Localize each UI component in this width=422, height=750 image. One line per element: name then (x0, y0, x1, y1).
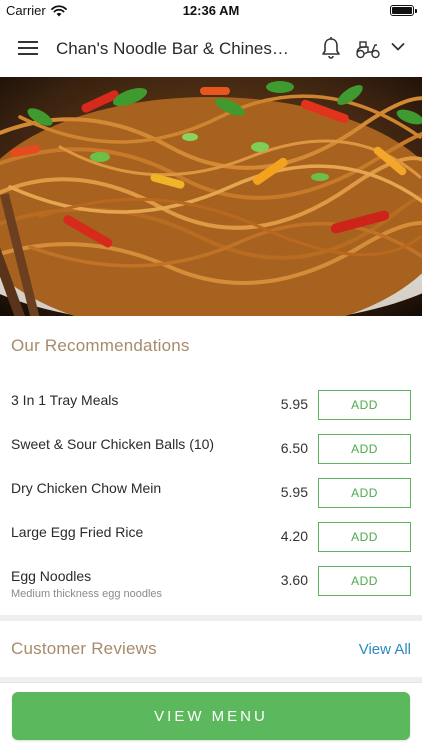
battery-icon (390, 5, 417, 16)
hero-image (0, 77, 422, 316)
add-button[interactable]: ADD (318, 390, 411, 420)
reviews-title: Customer Reviews (11, 639, 157, 658)
item-name: Dry Chicken Chow Mein (11, 480, 162, 496)
add-button[interactable]: ADD (318, 478, 411, 508)
item-price: 3.60 (280, 572, 308, 588)
noodles-photo (0, 77, 422, 316)
bell-icon[interactable] (320, 36, 342, 60)
add-button[interactable]: ADD (318, 522, 411, 552)
item-price: 4.20 (280, 528, 308, 544)
recommendations-header: Our Recommendations (0, 318, 422, 374)
menu-item: Egg Noodles Medium thickness egg noodles… (0, 566, 422, 610)
item-price: 5.95 (280, 396, 308, 412)
reviews-header: Customer Reviews View All (0, 621, 422, 677)
nav-bar: Chan's Noodle Bar & Chinese Takeaway (0, 22, 422, 77)
item-name: Large Egg Fried Rice (11, 524, 144, 540)
view-all-link[interactable]: View All (359, 641, 411, 658)
menu-item: Sweet & Sour Chicken Balls (10) 6.50 ADD (0, 434, 422, 478)
add-button[interactable]: ADD (318, 566, 411, 596)
item-price: 6.50 (280, 440, 308, 456)
hamburger-icon[interactable] (18, 41, 38, 57)
item-description: Medium thickness egg noodles (11, 588, 163, 600)
item-price: 5.95 (280, 484, 308, 500)
status-time: 12:36 AM (182, 3, 240, 18)
item-name: Egg Noodles (11, 568, 92, 584)
view-menu-button[interactable]: VIEW MENU (12, 692, 410, 740)
menu-item: 3 In 1 Tray Meals 5.95 ADD (0, 390, 422, 434)
recommendations-title: Our Recommendations (11, 336, 190, 355)
restaurant-title: Chan's Noodle Bar & Chinese Takeaway (56, 39, 296, 58)
menu-item: Dry Chicken Chow Mein 5.95 ADD (0, 478, 422, 522)
status-bar: Carrier 12:36 AM (0, 0, 422, 22)
menu-item: Large Egg Fried Rice 4.20 ADD (0, 522, 422, 566)
add-button[interactable]: ADD (318, 434, 411, 464)
chevron-down-icon[interactable] (391, 42, 405, 52)
scooter-icon[interactable] (355, 38, 381, 60)
item-name: Sweet & Sour Chicken Balls (10) (11, 436, 215, 452)
item-name: 3 In 1 Tray Meals (11, 392, 119, 408)
